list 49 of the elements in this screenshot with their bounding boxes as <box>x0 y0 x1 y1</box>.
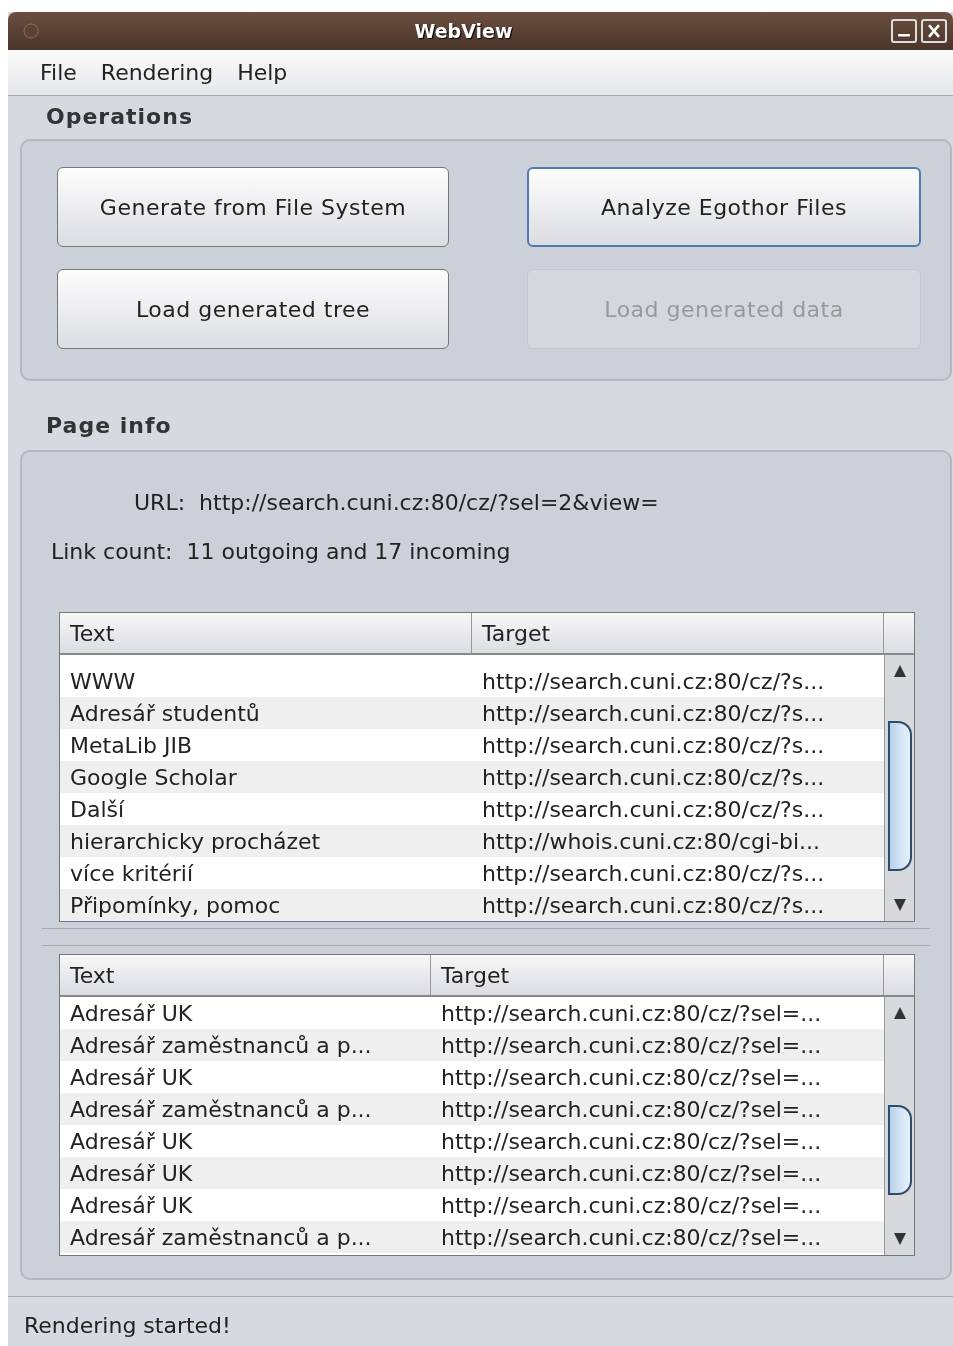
table-cell-text: hierarchicky procházet <box>69 827 322 856</box>
table-cell-text: http://search.cuni.cz:80/cz/?sel=... <box>440 1127 823 1156</box>
table-cell-text: http://search.cuni.cz:80/cz/?s... <box>481 731 826 760</box>
table-cell-text: http://search.cuni.cz:80/cz/?s... <box>481 667 826 696</box>
column-header[interactable]: Text <box>60 955 431 995</box>
table-cell-text: WWW <box>69 667 137 696</box>
action-button[interactable]: Generate from File System <box>57 167 449 247</box>
table-cell-text: MetaLib JIB <box>69 731 194 760</box>
url-value: http://search.cuni.cz:80/cz/?sel=2&view= <box>199 489 659 517</box>
section-title: Page info <box>46 412 173 440</box>
table-cell-text: Adresář UK <box>69 1063 194 1092</box>
action-button[interactable]: Analyze Egothor Files <box>527 167 921 247</box>
table-cell-text: http://search.cuni.cz:80/cz/?s... <box>481 859 826 888</box>
column-header[interactable]: Text <box>60 613 472 653</box>
url-label: URL: <box>134 489 186 517</box>
table-cell-text: Další <box>69 795 126 824</box>
menu-item[interactable]: Rendering <box>90 56 224 89</box>
table-cell-text: Adresář UK <box>69 999 194 1028</box>
table-cell-text: http://search.cuni.cz:80/cz/?s... <box>481 891 826 920</box>
column-header[interactable]: Target <box>472 613 884 653</box>
table-cell-text: http://search.cuni.cz:80/cz/?sel=... <box>440 1191 823 1220</box>
table-cell-text: Adresář zaměstnanců a p... <box>69 1031 373 1060</box>
menu-item[interactable]: Help <box>227 56 298 89</box>
table-cell-text: Google Scholar <box>69 763 238 792</box>
table-cell-text: Adresář zaměstnanců a p... <box>69 1223 373 1252</box>
table-cell-text: Adresář zaměstnanců a p... <box>69 1095 373 1124</box>
menu-item[interactable]: File <box>30 56 87 89</box>
table-cell-text: http://search.cuni.cz:80/cz/?s... <box>481 795 826 824</box>
section-title: Operations <box>46 103 194 131</box>
table-cell-text: http://search.cuni.cz:80/cz/?sel=... <box>440 999 823 1028</box>
table-cell-text: Adresář UK <box>69 1191 194 1220</box>
link-count-label: Link count: <box>51 538 173 566</box>
table-cell-text: více kritérií <box>69 859 195 888</box>
table-cell-text: Připomínky, pomoc <box>69 891 282 920</box>
column-header[interactable]: Target <box>431 955 884 995</box>
link-count-value: 11 outgoing and 17 incoming <box>186 538 511 566</box>
table-cell-text: http://search.cuni.cz:80/cz/?sel=... <box>440 1159 823 1188</box>
table-cell-text: http://search.cuni.cz:80/cz/?sel=... <box>440 1063 823 1092</box>
table-cell-text: http://search.cuni.cz:80/cz/?sel=... <box>440 1095 823 1124</box>
table-cell-text: Adresář UK <box>69 1127 194 1156</box>
table-cell-text: Adresář UK <box>69 1159 194 1188</box>
table-cell-text: http://search.cuni.cz:80/cz/?s... <box>481 699 826 728</box>
table-cell-text: http://whois.cuni.cz:80/cgi-bi... <box>481 827 822 856</box>
action-button[interactable]: Load generated tree <box>57 269 449 349</box>
table-cell-text: http://search.cuni.cz:80/cz/?sel=... <box>440 1223 823 1252</box>
table-cell-text: Adresář studentů <box>69 699 261 728</box>
window-title: WebView <box>413 18 514 44</box>
table-cell-text: http://search.cuni.cz:80/cz/?s... <box>481 763 826 792</box>
table-cell-text: http://search.cuni.cz:80/cz/?sel=... <box>440 1031 823 1060</box>
